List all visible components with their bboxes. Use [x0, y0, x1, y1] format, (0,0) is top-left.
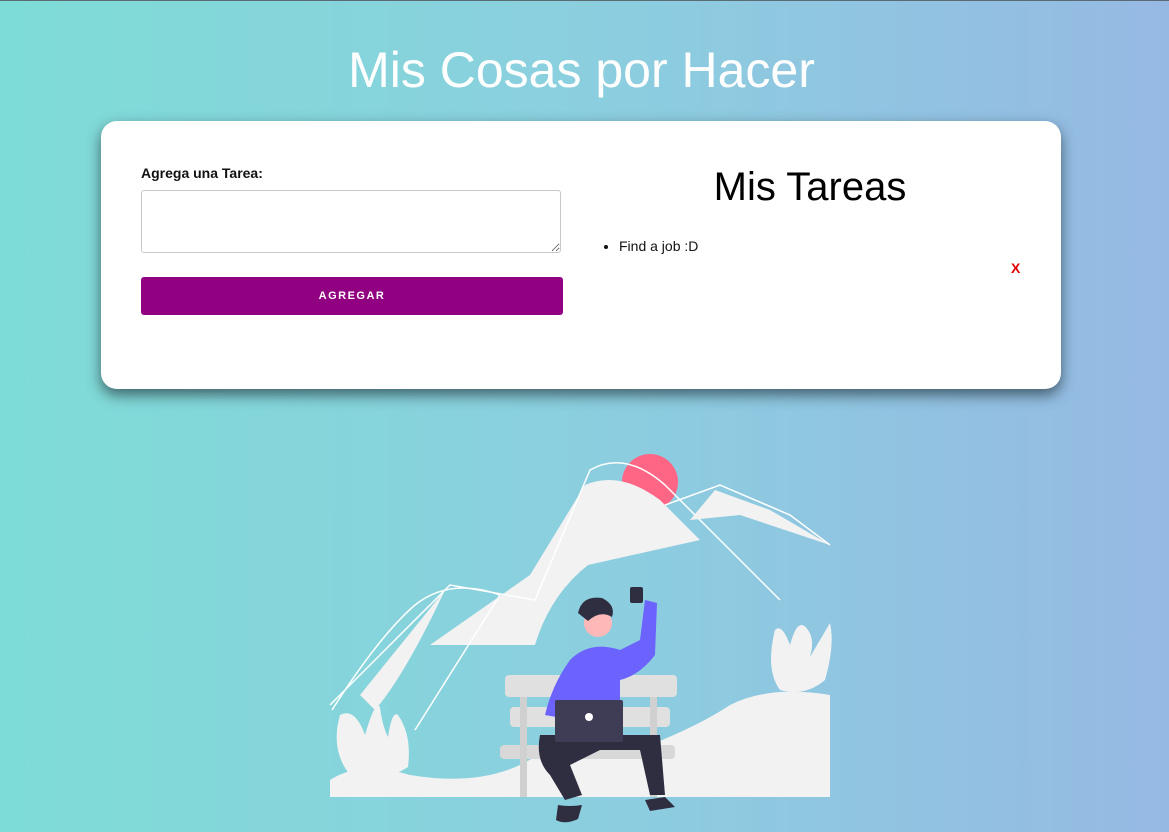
bench-leg — [520, 697, 527, 797]
window-top-border — [0, 0, 1169, 1]
person-on-bench-with-laptop-illustration — [329, 454, 832, 823]
bush-shape — [771, 623, 832, 693]
task-list-title: Mis Tareas — [713, 165, 907, 209]
mug-shape — [630, 587, 643, 603]
hill-outline — [331, 587, 501, 711]
task-list: Find a job :D X — [596, 235, 1049, 276]
list-item: Find a job :D X — [619, 235, 1049, 276]
person-shoe — [645, 797, 675, 811]
page-title: Mis Cosas por Hacer — [348, 42, 815, 98]
delete-task-button[interactable]: X — [1011, 260, 1020, 276]
add-task-button[interactable]: AGREGAR — [141, 277, 563, 315]
todo-card: Agrega una Tarea: AGREGAR Mis Tareas Fin… — [101, 121, 1061, 389]
laptop-logo — [585, 713, 593, 721]
add-task-label: Agrega una Tarea: — [141, 165, 263, 181]
task-text: Find a job :D — [619, 238, 699, 254]
hill-shape — [360, 590, 445, 710]
mountain-shape — [430, 480, 700, 645]
task-input[interactable] — [141, 190, 561, 253]
mountain-shape — [690, 490, 830, 545]
bush-shape — [336, 705, 409, 779]
person-shoe — [556, 805, 582, 823]
